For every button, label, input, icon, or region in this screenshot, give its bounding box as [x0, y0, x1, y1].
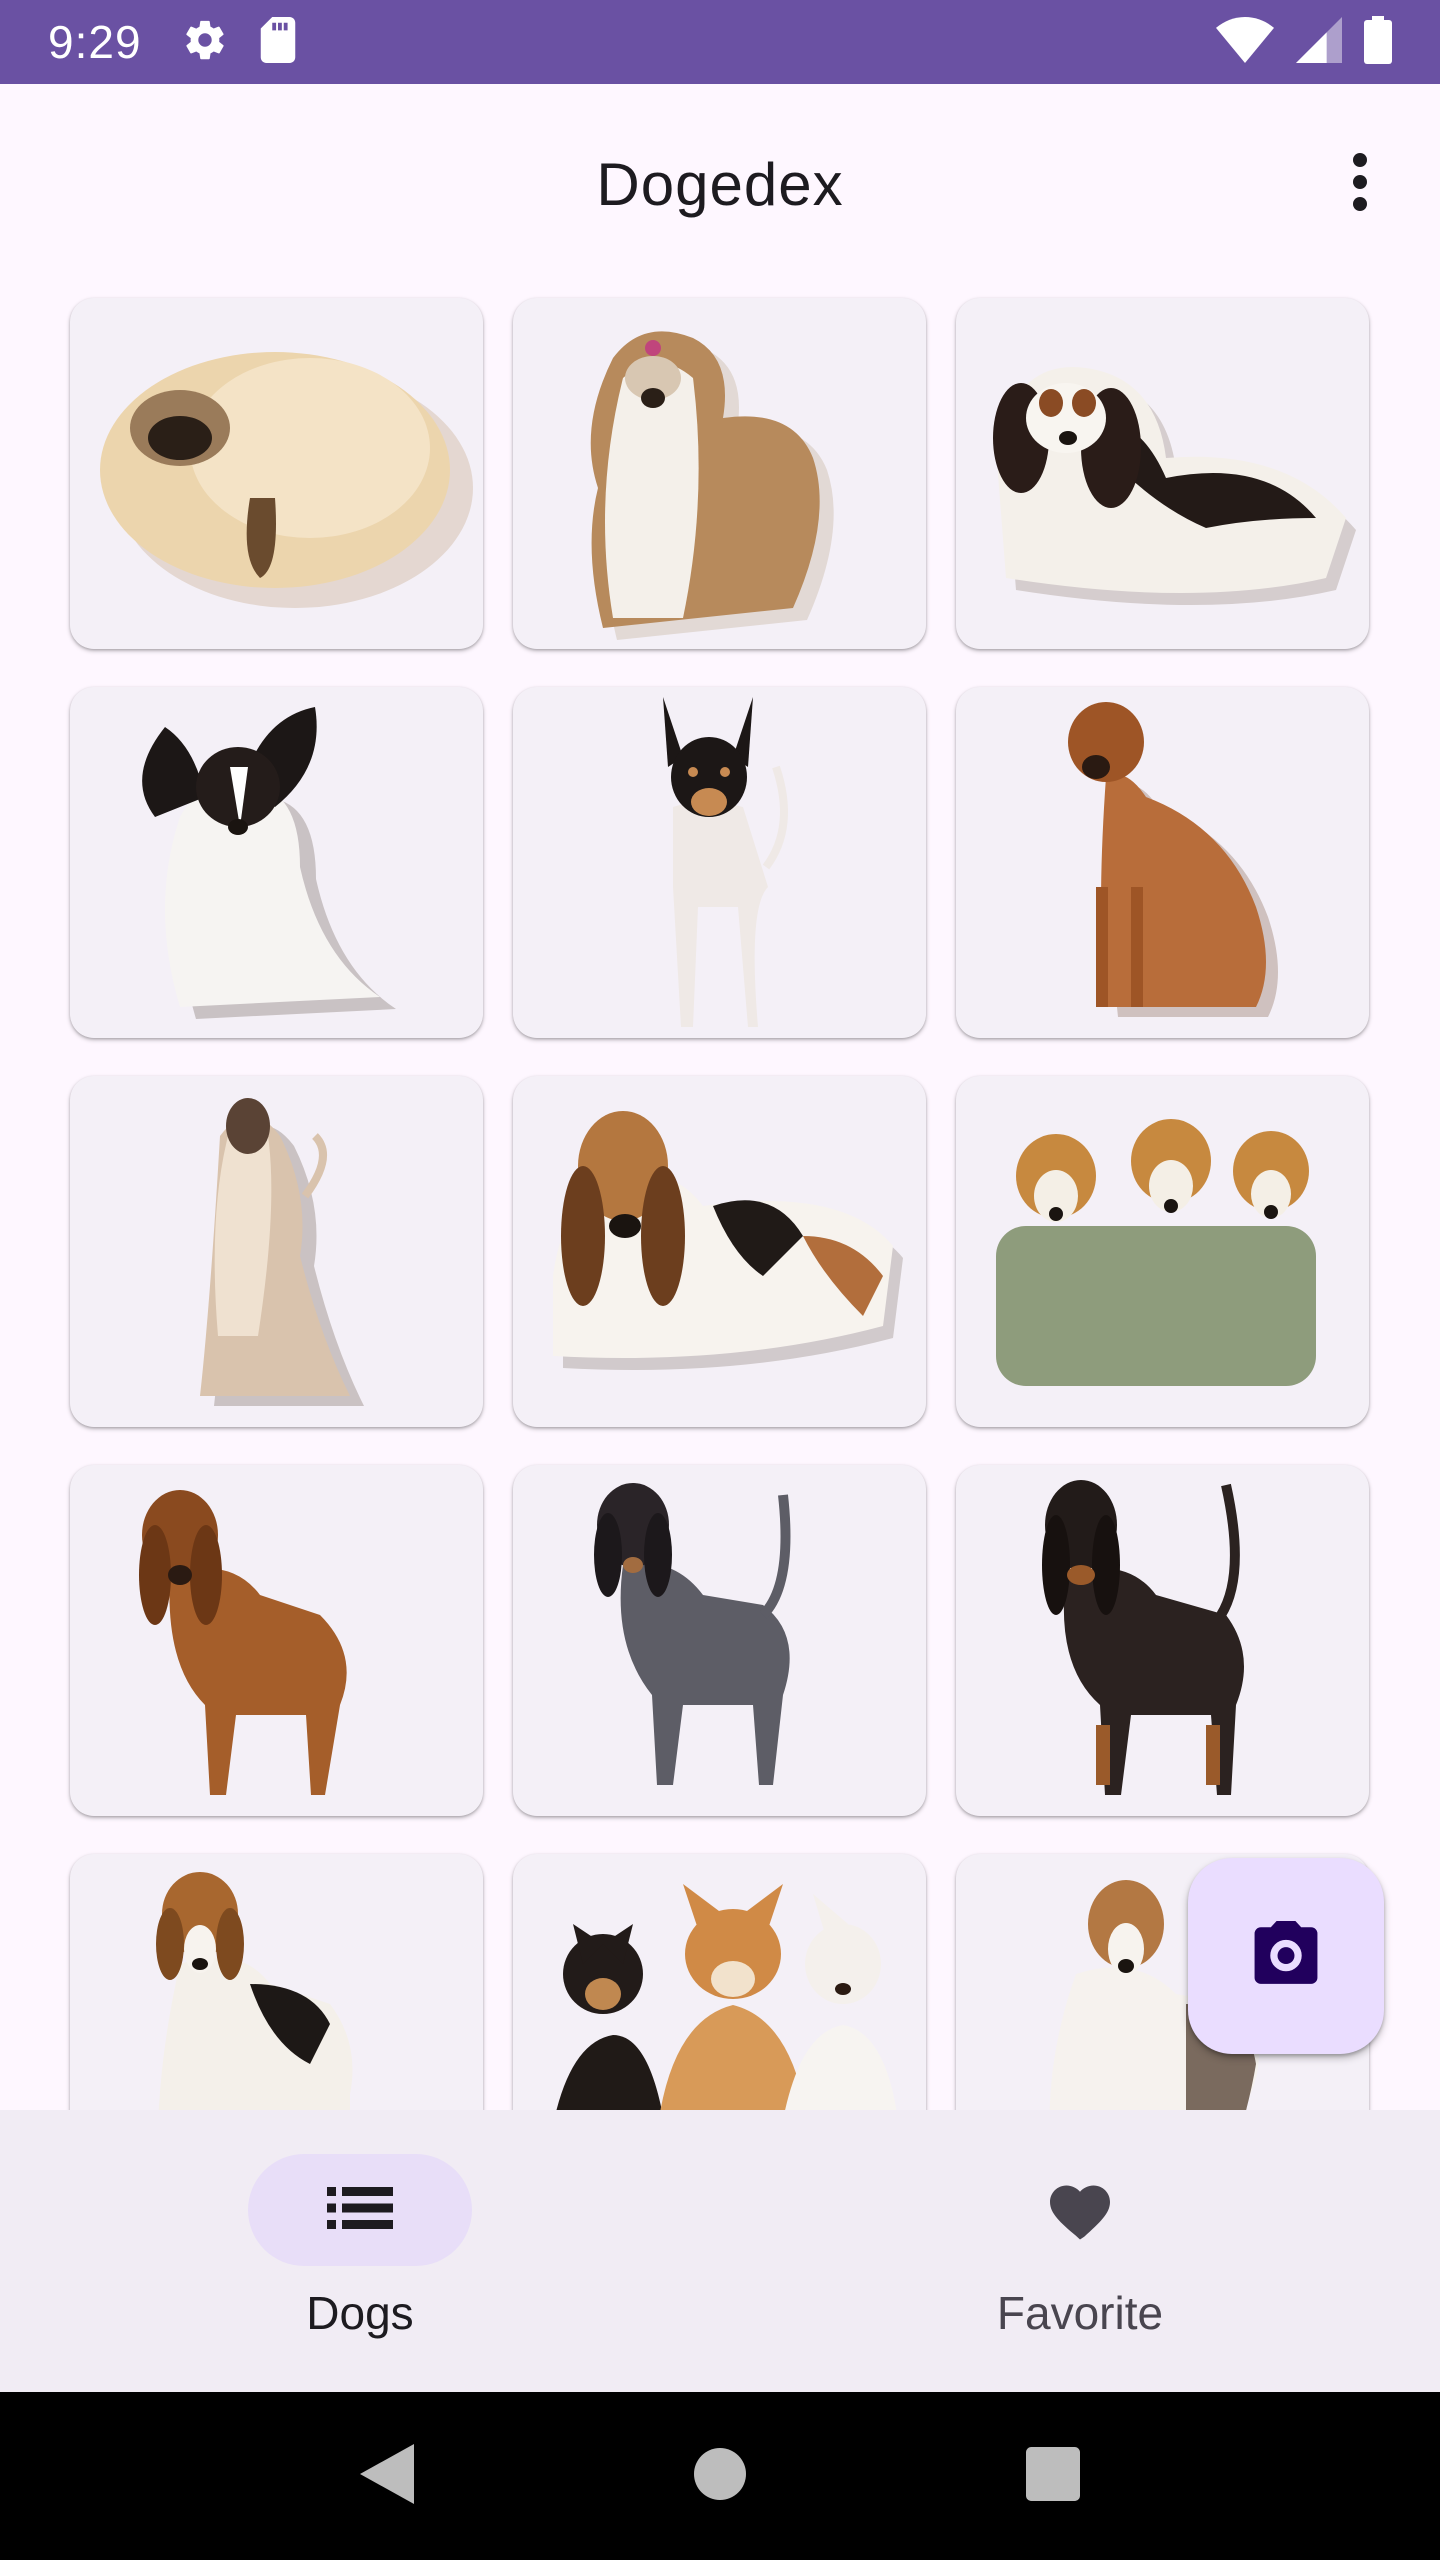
dog-card[interactable]	[513, 1854, 926, 2110]
status-time: 9:29	[48, 16, 142, 68]
dog-card[interactable]	[70, 1854, 483, 2110]
dog-card[interactable]	[956, 298, 1369, 649]
dog-grid-scroll[interactable]	[0, 284, 1440, 2110]
nav-item-dogs[interactable]: Dogs	[0, 2110, 720, 2392]
dog-image-basset-hound	[553, 1111, 903, 1370]
recents-icon	[1026, 2446, 1081, 2506]
dog-image-afghan-hound	[200, 1098, 364, 1406]
dog-card[interactable]	[513, 1465, 926, 1816]
sd-card-icon	[258, 16, 298, 68]
dog-image-treeing-walker-coonhound	[156, 1872, 353, 2110]
dog-image-bluetick-coonhound	[594, 1483, 791, 1785]
heart-icon	[1044, 2176, 1116, 2245]
dog-card[interactable]	[513, 298, 926, 649]
status-right-icons	[1216, 15, 1392, 69]
status-bar: 9:29	[0, 0, 1440, 84]
dog-card[interactable]	[956, 687, 1369, 1038]
dog-card[interactable]	[70, 1465, 483, 1816]
status-left-icons	[182, 16, 298, 68]
bottom-navigation: Dogs Favorite	[0, 2110, 1440, 2392]
list-icon	[327, 2186, 393, 2235]
dog-card[interactable]	[70, 298, 483, 649]
dog-image-shih-tzu	[590, 331, 834, 640]
wifi-icon	[1216, 16, 1274, 68]
more-vert-icon	[1350, 152, 1370, 217]
nav-indicator	[968, 2154, 1192, 2266]
dog-card[interactable]	[956, 1076, 1369, 1427]
dog-image-black-and-tan-coonhound	[1042, 1480, 1244, 1795]
camera-icon	[1248, 1920, 1324, 1992]
recents-button[interactable]	[1003, 2426, 1103, 2526]
dog-card[interactable]	[956, 1465, 1369, 1816]
dog-image-toy-fox-terrier	[663, 697, 788, 1027]
dog-image-beagle-group	[996, 1119, 1316, 1386]
top-app-bar: Dogedex	[0, 84, 1440, 284]
overflow-menu-button[interactable]	[1320, 144, 1400, 224]
dog-card[interactable]	[70, 687, 483, 1038]
camera-fab[interactable]	[1188, 1858, 1384, 2054]
dog-image-cavalier-king-charles	[993, 367, 1356, 605]
nav-label-dogs: Dogs	[306, 2287, 414, 2339]
dog-image-chihuahua-group	[556, 1884, 897, 2110]
nav-item-favorite[interactable]: Favorite	[720, 2110, 1440, 2392]
dog-image-papillon	[142, 707, 396, 1019]
battery-icon	[1364, 15, 1392, 69]
page-title: Dogedex	[596, 150, 844, 218]
back-icon	[359, 2443, 414, 2509]
dog-card[interactable]	[513, 1076, 926, 1427]
home-button[interactable]	[670, 2426, 770, 2526]
signal-icon	[1296, 16, 1342, 68]
home-icon	[693, 2447, 746, 2505]
gear-icon	[182, 17, 228, 68]
dog-image-rhodesian-ridgeback	[1068, 702, 1278, 1017]
system-navigation-bar	[0, 2392, 1440, 2560]
nav-indicator	[248, 2154, 472, 2266]
dog-card[interactable]	[70, 1076, 483, 1427]
dog-grid	[70, 298, 1369, 2110]
nav-label-favorite: Favorite	[996, 2287, 1164, 2339]
dog-image-pekingese	[100, 352, 473, 608]
back-button[interactable]	[337, 2426, 437, 2526]
dog-card[interactable]	[513, 687, 926, 1038]
dog-image-bloodhound	[139, 1490, 347, 1795]
